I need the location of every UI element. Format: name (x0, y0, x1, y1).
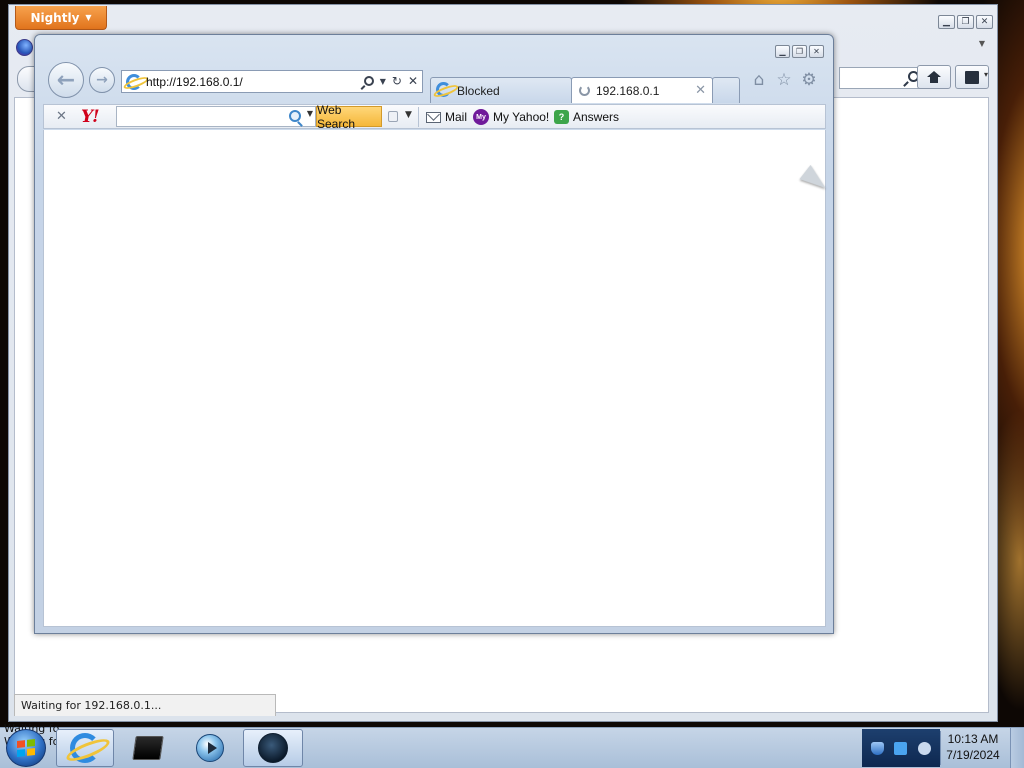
firefox-tab-favicon-icon[interactable] (16, 39, 33, 56)
globe-icon (258, 733, 288, 763)
ie-tab-icon (436, 82, 451, 97)
forward-button[interactable]: → (89, 67, 115, 93)
ie-page-icon (126, 74, 142, 90)
chevron-down-icon[interactable]: ▼ (405, 110, 412, 120)
taskbar-media-player[interactable] (181, 729, 239, 767)
firefox-search-input[interactable] (839, 67, 925, 89)
firefox-window-controls: ▁ ❐ ✕ (938, 15, 993, 29)
yahoo-logo[interactable]: Y! (81, 107, 100, 127)
close-tab-icon[interactable]: ✕ (695, 82, 706, 98)
search-icon[interactable] (289, 110, 301, 122)
minimize-button[interactable]: ▁ (938, 15, 955, 29)
tools-gear-icon[interactable]: ⚙ (800, 71, 818, 89)
firefox-bookmarks-button[interactable] (955, 65, 989, 89)
chevron-down-icon[interactable]: ▼ (380, 77, 386, 86)
ie-maximize-button[interactable]: ❐ (792, 45, 807, 58)
ie-window: ▁ ❐ ✕ ← → http://192.168.0.1/ ▼ ↻ ✕ Bloc… (34, 34, 834, 634)
volume-icon[interactable] (917, 741, 931, 755)
clock-time: 10:13 AM (947, 732, 999, 746)
tab-label: 192.168.0.1 (596, 83, 660, 98)
home-icon (927, 71, 941, 83)
taskbar-globe-app[interactable] (243, 729, 303, 767)
link-label: Answers (573, 110, 620, 124)
yahoo-search-input[interactable]: ▼ (116, 106, 316, 127)
mail-icon (426, 111, 441, 123)
tray-divider (940, 731, 941, 765)
firefox-status-panel: Waiting for 192.168.0.1... (14, 694, 276, 716)
address-tools: ▼ ↻ ✕ (363, 74, 418, 88)
shield-icon[interactable] (871, 741, 885, 755)
maximize-button[interactable]: ❐ (957, 15, 974, 29)
system-tray (862, 729, 940, 767)
chevron-down-icon[interactable]: ▼ (307, 109, 313, 118)
bookmarks-icon (965, 70, 988, 84)
yahoo-toolbar: ✕ Y! ▼ Web Search ▼ Mail My My Yahoo! ? … (43, 103, 826, 131)
media-player-icon (196, 734, 224, 762)
my-yahoo-icon: My (473, 109, 489, 125)
answers-icon: ? (554, 110, 569, 124)
internet-explorer-icon (70, 733, 100, 763)
start-button[interactable] (6, 729, 46, 767)
firefox-home-button[interactable] (917, 65, 951, 89)
nightly-menu-label: Nightly (30, 10, 80, 25)
chevron-down-icon: ▼ (85, 13, 92, 22)
tab-192-168-0-1[interactable]: 192.168.0.1 ✕ (571, 77, 713, 103)
taskbar-server-app[interactable] (119, 729, 177, 767)
ie-close-button[interactable]: ✕ (809, 45, 824, 58)
yahoo-answers-link[interactable]: ? Answers (554, 107, 619, 127)
profile-icon[interactable] (388, 111, 398, 122)
ie-command-icons: ⌂ ☆ ⚙ (750, 71, 818, 89)
search-icon[interactable] (363, 76, 374, 86)
show-desktop-button[interactable] (1010, 728, 1024, 768)
forward-arrow-icon: → (96, 72, 108, 88)
favorites-star-icon[interactable]: ☆ (775, 71, 793, 89)
server-icon (132, 736, 164, 760)
ie-content-area[interactable] (43, 130, 826, 627)
nightly-menu-button[interactable]: Nightly ▼ (15, 6, 107, 30)
ie-window-controls: ▁ ❐ ✕ (775, 45, 824, 58)
close-button[interactable]: ✕ (976, 15, 993, 29)
link-label: Mail (445, 110, 468, 124)
new-tab-button[interactable] (712, 77, 740, 103)
refresh-icon[interactable]: ↻ (392, 74, 402, 88)
yahoo-mail-link[interactable]: Mail (426, 107, 467, 127)
clock-date: 7/19/2024 (946, 748, 1000, 762)
network-icon[interactable] (894, 741, 908, 755)
toolbar-divider (418, 107, 419, 127)
loading-spinner-icon (579, 85, 590, 96)
my-yahoo-link[interactable]: My My Yahoo! (473, 107, 549, 127)
web-search-button[interactable]: Web Search (316, 103, 382, 131)
home-icon[interactable]: ⌂ (750, 71, 768, 89)
tab-blocked[interactable]: Blocked (430, 77, 572, 103)
back-arrow-icon: ← (56, 67, 76, 93)
clock[interactable]: 10:13 AM 7/19/2024 (942, 731, 1004, 765)
taskbar-internet-explorer[interactable] (56, 729, 114, 767)
stop-icon[interactable]: ✕ (408, 74, 418, 88)
ie-minimize-button[interactable]: ▁ (775, 45, 790, 58)
tab-label: Blocked (457, 83, 500, 98)
windows-logo-icon (17, 739, 35, 757)
close-toolbar-icon[interactable]: ✕ (56, 109, 67, 124)
back-button[interactable]: ← (48, 62, 84, 98)
list-all-tabs-icon[interactable]: ▼ (979, 39, 985, 48)
address-bar[interactable]: http://192.168.0.1/ ▼ ↻ ✕ (121, 70, 423, 93)
address-url[interactable]: http://192.168.0.1/ (146, 75, 243, 89)
link-label: My Yahoo! (493, 110, 550, 124)
